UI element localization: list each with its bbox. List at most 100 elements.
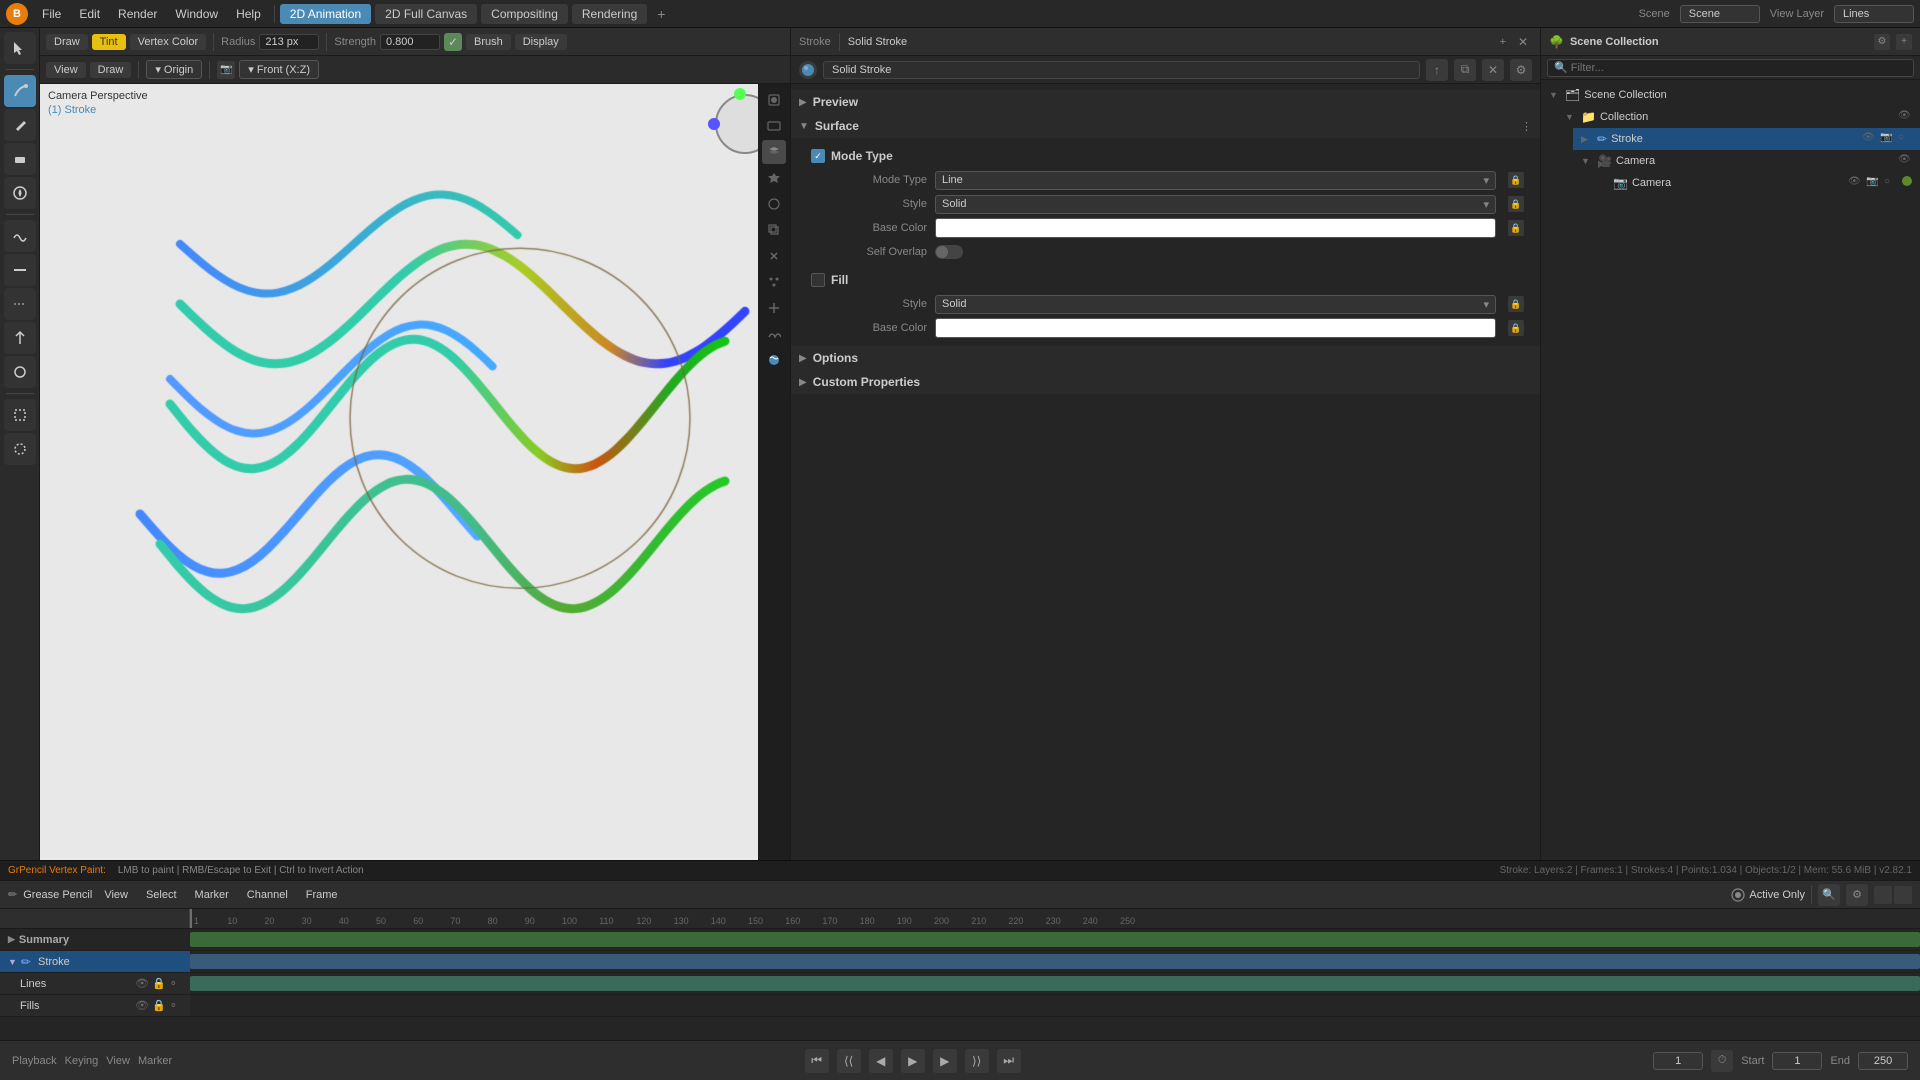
physics-props-icon[interactable] [762, 296, 786, 320]
add-workspace-button[interactable]: + [651, 4, 671, 24]
strength-tool[interactable] [4, 288, 36, 320]
summary-track-content[interactable] [190, 929, 1920, 950]
timeline-channel-menu[interactable]: Channel [241, 889, 294, 901]
grease-pencil-menu[interactable]: Grease Pencil [23, 889, 92, 901]
viewport-view-menu[interactable]: View [46, 62, 86, 78]
world-props-icon[interactable] [762, 192, 786, 216]
prev-frame-btn[interactable]: ◀ [869, 1049, 893, 1073]
radius-input[interactable]: 213 px [259, 34, 319, 50]
box-select-tool[interactable] [4, 399, 36, 431]
outliner-filter-btn[interactable]: ⚙ [1874, 34, 1890, 50]
strength-enable[interactable]: ✓ [444, 33, 462, 51]
render-props-icon[interactable] [762, 88, 786, 112]
menu-file[interactable]: File [34, 4, 69, 24]
stroke-vis-btn[interactable]: 👁 [1862, 132, 1876, 146]
play-btn[interactable]: ▶ [901, 1049, 925, 1073]
tab-2d-animation[interactable]: 2D Animation [280, 4, 371, 24]
props-add-button[interactable]: + [1500, 36, 1506, 48]
fps-btn[interactable]: ⏱ [1711, 1050, 1733, 1072]
menu-edit[interactable]: Edit [71, 4, 108, 24]
menu-window[interactable]: Window [167, 4, 226, 24]
fill-style-lock[interactable]: 🔒 [1508, 296, 1524, 312]
props-close-button[interactable]: ✕ [1514, 33, 1532, 51]
gizmo-z-axis[interactable] [708, 118, 720, 130]
collection-vis-btn[interactable]: 👁 [1898, 110, 1912, 124]
object-data-icon[interactable] [762, 322, 786, 346]
front-view-camera-icon[interactable]: 📷 [217, 61, 235, 79]
timeline-filter-btn[interactable]: ⚙ [1846, 884, 1868, 906]
fill-base-color-picker[interactable] [935, 318, 1496, 338]
select-tool[interactable] [4, 32, 36, 64]
scene-props-icon[interactable] [762, 166, 786, 190]
timeline-frame-menu[interactable]: Frame [300, 889, 344, 901]
stroke-track-name[interactable]: Stroke [38, 956, 70, 968]
view-menu[interactable]: View [106, 1055, 130, 1067]
view-selector[interactable]: ▾ Front (X:Z) [239, 60, 319, 79]
surface-props-btn[interactable]: ⋮ [1521, 120, 1532, 133]
camera-obj-render-btn[interactable]: 📷 [1866, 176, 1880, 190]
gizmo-y-axis[interactable] [734, 88, 746, 100]
camera-group-row[interactable]: ▼ 🎥 Camera 👁 [1573, 150, 1920, 172]
stroke-style-value[interactable]: Solid ▾ [935, 195, 1496, 214]
material-remove-btn[interactable]: ✕ [1482, 59, 1504, 81]
mode-type-value[interactable]: Line ▾ [935, 171, 1496, 190]
fill-enable-row[interactable]: Fill [803, 268, 1528, 292]
tint-button[interactable]: Tint [92, 34, 126, 50]
playback-menu[interactable]: Playback [12, 1055, 57, 1067]
modifier-props-icon[interactable] [762, 244, 786, 268]
marker-menu[interactable]: Marker [138, 1055, 172, 1067]
current-frame-field[interactable]: 1 [1653, 1052, 1703, 1070]
stroke-row[interactable]: ▶ ✏ Stroke 👁 📷 ○ [1573, 128, 1920, 150]
erase-tool[interactable] [4, 143, 36, 175]
lines-vis-btn[interactable]: 👁 [135, 977, 149, 990]
fills-track-content[interactable] [190, 995, 1920, 1016]
fill-tool[interactable] [4, 109, 36, 141]
tint-tool[interactable] [4, 177, 36, 209]
lines-track-name[interactable]: Lines [20, 978, 46, 990]
end-frame-field[interactable]: 250 [1858, 1052, 1908, 1070]
scene-name[interactable]: Scene [1680, 5, 1760, 23]
strength-input[interactable]: 0.800 [380, 34, 440, 50]
outliner-search[interactable] [1547, 59, 1914, 77]
circle-select-tool[interactable] [4, 433, 36, 465]
stroke-base-color-picker[interactable] [935, 218, 1496, 238]
outliner-add-btn[interactable]: + [1896, 34, 1912, 50]
display-selector[interactable]: Display [515, 34, 567, 50]
view-layer-name[interactable]: Lines [1834, 5, 1914, 23]
stroke-track-arrow[interactable]: ▼ [8, 957, 17, 967]
timeline-view-menu[interactable]: View [98, 889, 134, 901]
output-props-icon[interactable] [762, 114, 786, 138]
menu-render[interactable]: Render [110, 4, 165, 24]
timeline-search-btn[interactable]: 🔍 [1818, 884, 1840, 906]
summary-arrow[interactable]: ▶ [8, 934, 15, 945]
push-tool[interactable] [4, 356, 36, 388]
timeline-select-menu[interactable]: Select [140, 889, 183, 901]
start-frame-field[interactable]: 1 [1772, 1052, 1822, 1070]
style-lock[interactable]: 🔒 [1508, 196, 1524, 212]
mode-type-lock[interactable]: 🔒 [1508, 172, 1524, 188]
jump-start-btn[interactable]: ⏮ [805, 1049, 829, 1073]
timeline-marker-menu[interactable]: Marker [189, 889, 235, 901]
fills-hide-btn[interactable]: ⚬ [169, 999, 178, 1012]
stroke-track-content[interactable] [190, 951, 1920, 972]
smooth-tool[interactable] [4, 220, 36, 252]
camera-obj-select-btn[interactable]: ○ [1884, 176, 1898, 190]
prev-keyframe-btn[interactable]: ⟨⟨ [837, 1049, 861, 1073]
camera-obj-row[interactable]: 📷 Camera 👁 📷 ○ [1589, 172, 1920, 194]
draw-mode-selector[interactable]: Draw [46, 34, 88, 50]
fill-color-lock[interactable]: 🔒 [1508, 320, 1524, 336]
fills-vis-btn[interactable]: 👁 [135, 999, 149, 1012]
jump-end-btn[interactable]: ⏭ [997, 1049, 1021, 1073]
lines-track-content[interactable] [190, 973, 1920, 994]
tab-rendering[interactable]: Rendering [572, 4, 647, 24]
preview-section-header[interactable]: ▶ Preview [791, 90, 1540, 114]
vertex-color-selector[interactable]: Vertex Color [130, 34, 207, 50]
grab-tool[interactable] [4, 322, 36, 354]
particles-props-icon[interactable] [762, 270, 786, 294]
thickness-tool[interactable] [4, 254, 36, 286]
lines-lock-btn[interactable]: 🔒 [152, 977, 166, 990]
fill-checkbox[interactable] [811, 273, 825, 287]
brush-selector[interactable]: Brush [466, 34, 511, 50]
fills-track-name[interactable]: Fills [20, 1000, 40, 1012]
origin-selector[interactable]: ▾ Origin [146, 60, 202, 79]
